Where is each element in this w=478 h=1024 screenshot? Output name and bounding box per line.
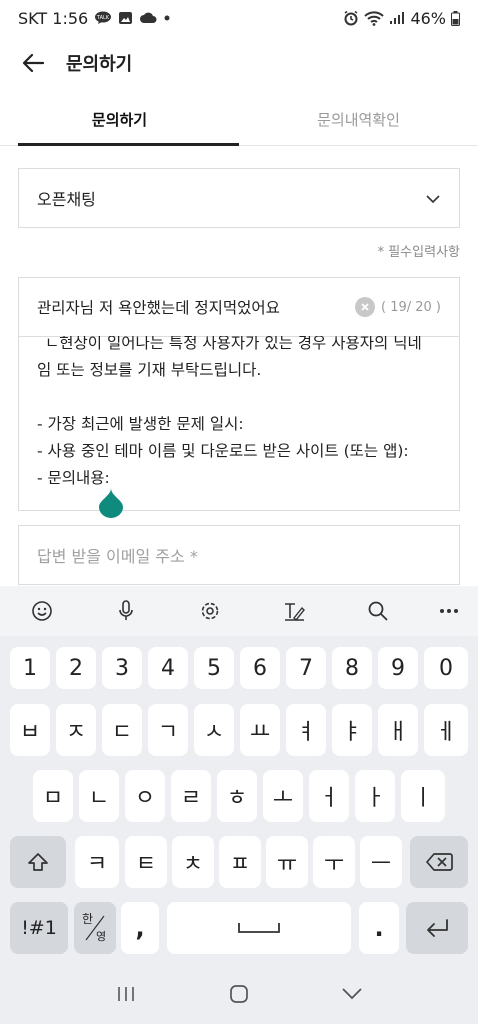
talk-icon: TALK <box>94 11 112 25</box>
email-field[interactable]: 답변 받을 이메일 주소 * <box>18 525 460 585</box>
key-7[interactable]: 7 <box>286 647 326 689</box>
key-s[interactable]: ㅅ <box>194 704 234 756</box>
key-b[interactable]: ㅂ <box>10 704 50 756</box>
category-select[interactable]: 오픈채팅 <box>18 168 460 228</box>
key-5[interactable]: 5 <box>194 647 234 689</box>
key-k[interactable]: ㅋ <box>75 836 119 888</box>
key-t[interactable]: ㅌ <box>125 836 167 888</box>
space-icon <box>238 923 280 933</box>
backspace-icon[interactable] <box>410 836 468 888</box>
key-d[interactable]: ㄷ <box>102 704 142 756</box>
battery-icon <box>451 10 460 26</box>
search-icon[interactable] <box>336 586 420 636</box>
key-8[interactable]: 8 <box>332 647 372 689</box>
key-yo[interactable]: ㅛ <box>240 704 280 756</box>
key-a[interactable]: ㅏ <box>355 770 395 822</box>
key-yeo[interactable]: ㅕ <box>286 704 326 756</box>
key-m[interactable]: ㅁ <box>33 770 73 822</box>
cloud-icon <box>139 12 157 24</box>
battery-percent: 46% <box>410 8 446 28</box>
content-line: - 가장 최근에 발생한 문제 일시: <box>37 415 244 433</box>
content-line <box>37 384 441 411</box>
space-key[interactable] <box>167 902 351 954</box>
key-2[interactable]: 2 <box>56 647 96 689</box>
language-switch-key[interactable]: 한 영 <box>74 902 116 954</box>
key-0[interactable]: 0 <box>424 647 468 689</box>
keyboard-toolbar <box>0 586 478 636</box>
key-ya[interactable]: ㅑ <box>332 704 372 756</box>
content-line: - 문의내용: <box>37 469 110 487</box>
gallery-icon <box>118 11 133 25</box>
required-note: * 필수입력사항 <box>377 245 460 260</box>
content-textarea[interactable]: ㄴ현상이 일어나는 특정 사용자가 있는 경우 사용자의 닉네 임 또는 정보를… <box>18 336 460 511</box>
key-9[interactable]: 9 <box>378 647 418 689</box>
app-bar: 문의하기 <box>0 36 478 90</box>
key-yu[interactable]: ㅠ <box>266 836 308 888</box>
category-select-value: 오픈채팅 <box>37 190 96 209</box>
settings-icon[interactable] <box>168 586 252 636</box>
key-h[interactable]: ㅎ <box>217 770 257 822</box>
key-r[interactable]: ㄹ <box>171 770 211 822</box>
title-input[interactable]: 관리자님 저 욕안했는데 정지먹었어요 <box>37 296 355 318</box>
key-i[interactable]: ㅣ <box>401 770 445 822</box>
text-cursor-handle[interactable] <box>99 488 123 518</box>
key-4[interactable]: 4 <box>148 647 188 689</box>
svg-text:TALK: TALK <box>96 15 110 21</box>
dot-icon <box>163 14 171 22</box>
key-3[interactable]: 3 <box>102 647 142 689</box>
recent-apps-icon[interactable] <box>106 974 146 1014</box>
signal-icon <box>389 11 405 25</box>
wifi-icon <box>364 10 385 26</box>
content-line: 임 또는 정보를 기재 부탁드립니다. <box>37 361 262 379</box>
system-nav-bar <box>0 964 478 1024</box>
key-6[interactable]: 6 <box>240 647 280 689</box>
more-icon[interactable] <box>420 586 478 636</box>
page-title: 문의하기 <box>66 54 133 75</box>
key-p[interactable]: ㅍ <box>219 836 261 888</box>
handwriting-icon[interactable] <box>252 586 336 636</box>
key-1[interactable]: 1 <box>10 647 50 689</box>
key-ch[interactable]: ㅊ <box>172 836 214 888</box>
status-bar: SKT 1:56 TALK 46% <box>0 0 478 36</box>
alarm-icon <box>343 10 359 26</box>
symbols-key[interactable]: !#1 <box>10 902 68 954</box>
home-icon[interactable] <box>219 974 259 1014</box>
back-nav-icon[interactable] <box>332 974 372 1014</box>
back-arrow-icon[interactable] <box>18 48 48 78</box>
char-counter: ( 19/ 20 ) <box>380 299 441 315</box>
key-e[interactable]: ㅔ <box>424 704 468 756</box>
content-line: ㄴ현상이 일어나는 특정 사용자가 있는 경우 사용자의 닉네 <box>45 336 422 352</box>
chevron-down-icon <box>425 189 441 208</box>
key-u[interactable]: ㅜ <box>313 836 355 888</box>
tab-bar: 문의하기 문의내역확인 <box>0 94 478 146</box>
emoji-icon[interactable] <box>0 586 84 636</box>
key-n[interactable]: ㄴ <box>79 770 119 822</box>
enter-icon[interactable] <box>406 902 468 954</box>
carrier-time: SKT 1:56 <box>18 8 89 28</box>
key-o[interactable]: ㅗ <box>263 770 303 822</box>
tab-inquiry-history[interactable]: 문의내역확인 <box>239 94 478 145</box>
key-g[interactable]: ㄱ <box>148 704 188 756</box>
tab-inquiry[interactable]: 문의하기 <box>0 94 239 146</box>
shift-icon[interactable] <box>10 836 66 888</box>
title-field[interactable]: 관리자님 저 욕안했는데 정지먹었어요 ( 19/ 20 ) <box>18 277 460 337</box>
lang-bottom-label: 영 <box>96 930 107 943</box>
key-ng[interactable]: ㅇ <box>125 770 165 822</box>
clear-icon[interactable] <box>354 297 375 317</box>
comma-key[interactable]: , <box>121 902 159 954</box>
content-line: - 사용 중인 테마 이름 및 다운로드 받은 사이트 (또는 앱): <box>37 442 409 460</box>
mic-icon[interactable] <box>84 586 168 636</box>
key-eu[interactable]: ㅡ <box>360 836 402 888</box>
period-key[interactable]: . <box>359 902 399 954</box>
key-eo[interactable]: ㅓ <box>309 770 349 822</box>
key-ae[interactable]: ㅐ <box>378 704 418 756</box>
email-placeholder: 답변 받을 이메일 주소 * <box>37 547 198 566</box>
key-j[interactable]: ㅈ <box>56 704 96 756</box>
